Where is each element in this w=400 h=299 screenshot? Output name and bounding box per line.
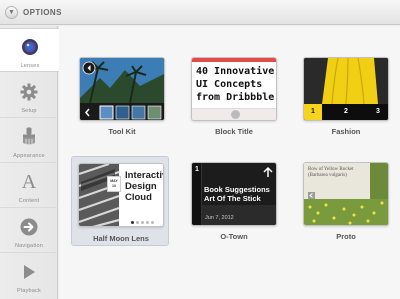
date-badge: MAY 10	[107, 176, 121, 192]
sidebar-item-label: Navigation	[15, 243, 43, 249]
lens-card-tool-kit[interactable]: Tool Kit	[73, 57, 171, 139]
lens-thumbnail	[79, 57, 165, 121]
lens-name: Proto	[336, 232, 356, 241]
thumb-headline: Interactive Design Cloud	[125, 170, 163, 203]
lens-name: Fashion	[331, 127, 361, 136]
page-number: 1	[195, 166, 199, 173]
lens-thumbnail: Row of Yellow Rocket (Barbarea vulgaris)	[303, 162, 389, 226]
lens-name: Half Moon Lens	[93, 234, 149, 243]
page-number: 1	[311, 108, 315, 115]
sidebar-item-navigation[interactable]: Navigation	[0, 209, 58, 253]
lens-thumbnail: MAY 10 Interactive Design Cloud	[78, 163, 164, 227]
arrow-right-circle-icon	[19, 217, 39, 237]
sidebar-item-playback[interactable]: Playback	[0, 254, 58, 298]
lens-thumbnail: 1 2 3	[303, 57, 389, 121]
thumb-headline: 40 Innovative UI Concepts from Dribbble	[196, 66, 275, 103]
lens-card-proto[interactable]: Row of Yellow Rocket (Barbarea vulgaris)…	[297, 162, 395, 244]
lens-card-o-town[interactable]: 1 Book Suggestions Art Of The Stick Jun …	[185, 162, 283, 244]
sidebar-item-appearance[interactable]: Appearance	[0, 119, 58, 163]
sidebar-item-setup[interactable]: Setup	[0, 74, 58, 118]
post-date: Jun 7, 2012	[205, 215, 234, 221]
lens-card-half-moon-lens[interactable]: MAY 10 Interactive Design Cloud Half Moo…	[71, 156, 169, 246]
font-icon: A	[21, 171, 37, 193]
sidebar-item-label: Playback	[17, 288, 41, 294]
sidebar-item-lenses[interactable]: Lenses	[0, 28, 60, 72]
thumb-headline: Row of Yellow Rocket (Barbarea vulgaris)	[308, 167, 354, 178]
thumb-headline: Book Suggestions Art Of The Stick	[204, 185, 270, 203]
arrow-up-icon	[262, 165, 274, 177]
chevron-down-icon[interactable]: ▼	[5, 5, 18, 19]
options-header: ▼ OPTIONS	[0, 0, 400, 25]
sidebar-item-label: Content	[18, 198, 40, 204]
sidebar-item-label: Setup	[21, 108, 37, 114]
gear-icon	[19, 82, 39, 102]
sidebar: Lenses Setup Appearance A Content Naviga…	[0, 26, 60, 299]
paintbrush-icon	[19, 127, 39, 147]
lens-thumbnail: 40 Innovative UI Concepts from Dribbble	[191, 57, 277, 121]
sidebar-item-content[interactable]: A Content	[0, 164, 58, 208]
page-dots	[131, 221, 154, 224]
lens-name: Tool Kit	[108, 127, 136, 136]
page-title: OPTIONS	[23, 7, 62, 17]
lens-grid: Tool Kit 40 Innovative UI Concepts from …	[59, 26, 400, 299]
lens-card-fashion[interactable]: 1 2 3 Fashion	[297, 57, 395, 139]
page-number: 3	[376, 108, 380, 115]
play-icon	[19, 262, 39, 282]
sidebar-item-label: Appearance	[13, 153, 45, 159]
sidebar-item-label: Lenses	[20, 63, 40, 69]
lens-icon	[20, 37, 40, 57]
lens-name: O-Town	[220, 232, 248, 241]
lens-card-block-title[interactable]: 40 Innovative UI Concepts from Dribbble …	[185, 57, 283, 139]
lens-name: Block Title	[215, 127, 253, 136]
page-number: 2	[344, 108, 348, 115]
lens-thumbnail: 1 Book Suggestions Art Of The Stick Jun …	[191, 162, 277, 226]
